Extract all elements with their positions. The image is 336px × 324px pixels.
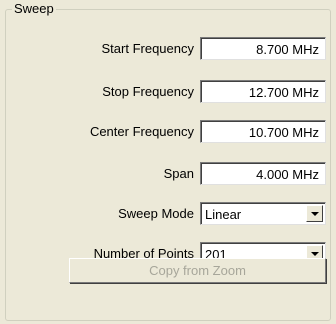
sweep-mode-value: Linear: [205, 207, 242, 222]
center-frequency-label: Center Frequency: [89, 124, 194, 139]
start-frequency-label: Start Frequency: [101, 41, 195, 56]
sweep-mode-label: Sweep Mode: [118, 206, 194, 221]
sweep-mode-row: Sweep Mode Linear: [0, 202, 336, 226]
span-row: Span 4.000 MHz: [0, 162, 336, 186]
stop-frequency-row: Stop Frequency 12.700 MHz: [0, 80, 336, 104]
span-input[interactable]: 4.000 MHz: [200, 162, 326, 185]
center-frequency-row: Center Frequency 10.700 MHz: [0, 120, 336, 144]
sweep-mode-select[interactable]: Linear: [200, 202, 326, 225]
stop-frequency-label: Stop Frequency: [102, 84, 194, 99]
chevron-down-icon[interactable]: [306, 205, 323, 222]
copy-from-zoom-button[interactable]: Copy from Zoom: [69, 258, 326, 283]
start-frequency-row: Start Frequency 8.700 MHz: [0, 37, 336, 61]
span-label: Span: [163, 166, 194, 181]
sweep-group-title: Sweep: [12, 1, 56, 17]
start-frequency-input[interactable]: 8.700 MHz: [200, 37, 326, 60]
stop-frequency-input[interactable]: 12.700 MHz: [200, 80, 326, 103]
center-frequency-input[interactable]: 10.700 MHz: [200, 120, 326, 143]
